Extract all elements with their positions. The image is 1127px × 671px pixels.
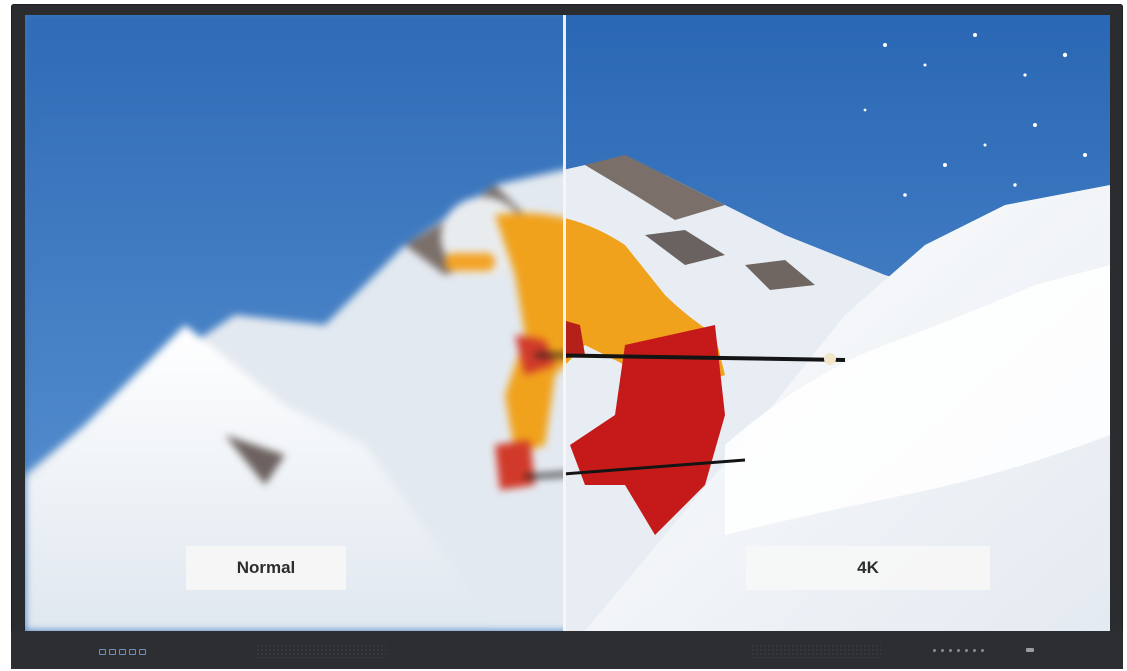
normal-label: Normal (186, 546, 346, 590)
control-button-icon (957, 649, 960, 652)
control-button-icon (981, 649, 984, 652)
control-button-icon (949, 649, 952, 652)
ir-sensor (1026, 648, 1034, 652)
front-ports (99, 648, 146, 656)
control-button-icon (941, 649, 944, 652)
bottom-bezel (11, 631, 1123, 669)
speaker-grille-right (751, 644, 881, 658)
comparison-divider (563, 15, 566, 631)
interactive-display: Normal 4K (11, 4, 1123, 669)
control-buttons (933, 649, 984, 652)
uhd-label: 4K (746, 546, 990, 590)
hdmi-port-icon (129, 649, 136, 655)
control-button-icon (973, 649, 976, 652)
speaker-grille-left (256, 644, 386, 658)
usb-port-icon (119, 649, 126, 655)
control-button-icon (965, 649, 968, 652)
display-screen: Normal 4K (25, 15, 1110, 631)
usb-port-icon (109, 649, 116, 655)
usb-port-icon (99, 649, 106, 655)
control-button-icon (933, 649, 936, 652)
typec-port-icon (139, 649, 146, 655)
